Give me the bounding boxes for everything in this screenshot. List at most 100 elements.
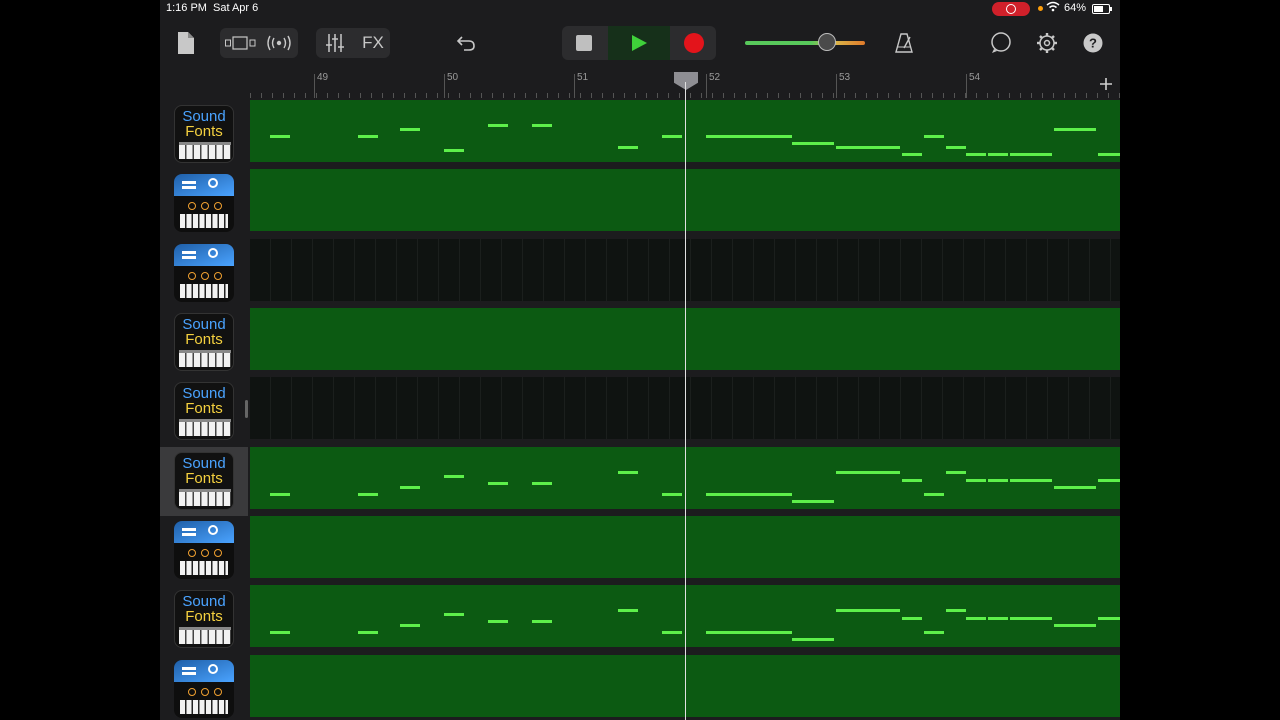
midi-note[interactable] [358, 135, 378, 138]
midi-note[interactable] [924, 631, 944, 634]
midi-note[interactable] [988, 153, 1008, 156]
midi-note[interactable] [618, 609, 638, 612]
midi-note[interactable] [706, 493, 792, 496]
midi-note[interactable] [270, 631, 290, 634]
midi-note[interactable] [966, 479, 986, 482]
midi-note[interactable] [358, 631, 378, 634]
midi-note[interactable] [1010, 153, 1052, 156]
midi-note[interactable] [836, 146, 900, 149]
stop-button[interactable] [570, 30, 598, 56]
settings-gear-icon[interactable] [1034, 30, 1060, 56]
midi-note[interactable] [1098, 479, 1120, 482]
midi-note[interactable] [662, 631, 682, 634]
track-header[interactable] [160, 169, 248, 238]
track-header[interactable] [160, 655, 248, 720]
midi-note[interactable] [270, 493, 290, 496]
synth-app-icon[interactable] [174, 660, 234, 718]
midi-note[interactable] [946, 471, 966, 474]
midi-note[interactable] [792, 500, 834, 503]
soundfonts-app-icon[interactable]: Sound Fonts [174, 105, 234, 163]
midi-note[interactable] [444, 613, 464, 616]
track-row[interactable] [160, 655, 1120, 720]
midi-note[interactable] [988, 479, 1008, 482]
track-header[interactable] [160, 516, 248, 585]
track-row[interactable]: Sound Fonts [160, 100, 1120, 169]
record-button[interactable] [680, 30, 708, 56]
midi-note[interactable] [966, 617, 986, 620]
screen-recording-indicator[interactable] [992, 2, 1030, 16]
synth-app-icon[interactable] [174, 174, 234, 232]
add-track-button[interactable] [1096, 74, 1116, 95]
midi-note[interactable] [662, 135, 682, 138]
track-row[interactable] [160, 516, 1120, 585]
broadcast-icon[interactable] [264, 30, 294, 56]
synth-app-icon[interactable] [174, 521, 234, 579]
midi-note[interactable] [618, 146, 638, 149]
soundfonts-app-icon[interactable]: Sound Fonts [174, 382, 234, 440]
midi-note[interactable] [1098, 617, 1120, 620]
track-row[interactable]: Sound Fonts [160, 308, 1120, 377]
midi-note[interactable] [532, 620, 552, 623]
track-header-resize-handle[interactable] [245, 400, 248, 418]
track-header[interactable] [160, 239, 248, 308]
midi-note[interactable] [488, 620, 508, 623]
midi-note[interactable] [488, 482, 508, 485]
track-row[interactable] [160, 239, 1120, 308]
midi-note[interactable] [706, 631, 792, 634]
track-row[interactable]: Sound Fonts [160, 377, 1120, 446]
midi-note[interactable] [444, 475, 464, 478]
midi-note[interactable] [902, 617, 922, 620]
midi-note[interactable] [924, 493, 944, 496]
undo-icon[interactable] [454, 30, 478, 56]
midi-note[interactable] [270, 135, 290, 138]
midi-note[interactable] [902, 153, 922, 156]
help-icon[interactable]: ? [1080, 30, 1106, 56]
play-button[interactable] [624, 30, 654, 56]
midi-note[interactable] [618, 471, 638, 474]
midi-note[interactable] [532, 482, 552, 485]
midi-note[interactable] [662, 493, 682, 496]
midi-note[interactable] [1054, 486, 1096, 489]
midi-note[interactable] [836, 609, 900, 612]
midi-note[interactable] [966, 153, 986, 156]
track-header[interactable]: Sound Fonts [160, 377, 248, 446]
midi-note[interactable] [792, 638, 834, 641]
volume-knob[interactable] [818, 33, 836, 51]
track-row[interactable]: Sound Fonts [160, 447, 1120, 516]
track-header[interactable]: Sound Fonts [160, 585, 248, 654]
loop-browser-icon[interactable] [988, 30, 1014, 56]
midi-note[interactable] [358, 493, 378, 496]
document-icon[interactable] [174, 30, 198, 56]
midi-note[interactable] [532, 124, 552, 127]
track-row[interactable] [160, 169, 1120, 238]
midi-note[interactable] [924, 135, 944, 138]
midi-note[interactable] [1010, 617, 1052, 620]
mixer-icon[interactable] [322, 30, 348, 56]
midi-note[interactable] [1054, 128, 1096, 131]
soundfonts-app-icon[interactable]: Sound Fonts [174, 590, 234, 648]
master-volume-slider[interactable] [745, 41, 865, 45]
fx-button[interactable]: FX [356, 30, 390, 56]
midi-note[interactable] [792, 142, 834, 145]
track-row[interactable]: Sound Fonts [160, 585, 1120, 654]
midi-note[interactable] [444, 149, 464, 152]
midi-note[interactable] [400, 128, 420, 131]
midi-note[interactable] [400, 486, 420, 489]
midi-note[interactable] [488, 124, 508, 127]
metronome-icon[interactable] [892, 30, 916, 56]
track-header[interactable]: Sound Fonts [160, 447, 248, 516]
track-header[interactable]: Sound Fonts [160, 308, 248, 377]
track-header[interactable]: Sound Fonts [160, 100, 248, 169]
midi-note[interactable] [1054, 624, 1096, 627]
synth-app-icon[interactable] [174, 244, 234, 302]
soundfonts-app-icon[interactable]: Sound Fonts [174, 313, 234, 371]
midi-note[interactable] [902, 479, 922, 482]
midi-note[interactable] [1010, 479, 1052, 482]
midi-note[interactable] [836, 471, 900, 474]
track-view-icon[interactable] [224, 30, 258, 56]
soundfonts-app-icon[interactable]: Sound Fonts [174, 452, 234, 510]
midi-note[interactable] [1098, 153, 1120, 156]
midi-note[interactable] [988, 617, 1008, 620]
midi-note[interactable] [400, 624, 420, 627]
midi-note[interactable] [946, 146, 966, 149]
